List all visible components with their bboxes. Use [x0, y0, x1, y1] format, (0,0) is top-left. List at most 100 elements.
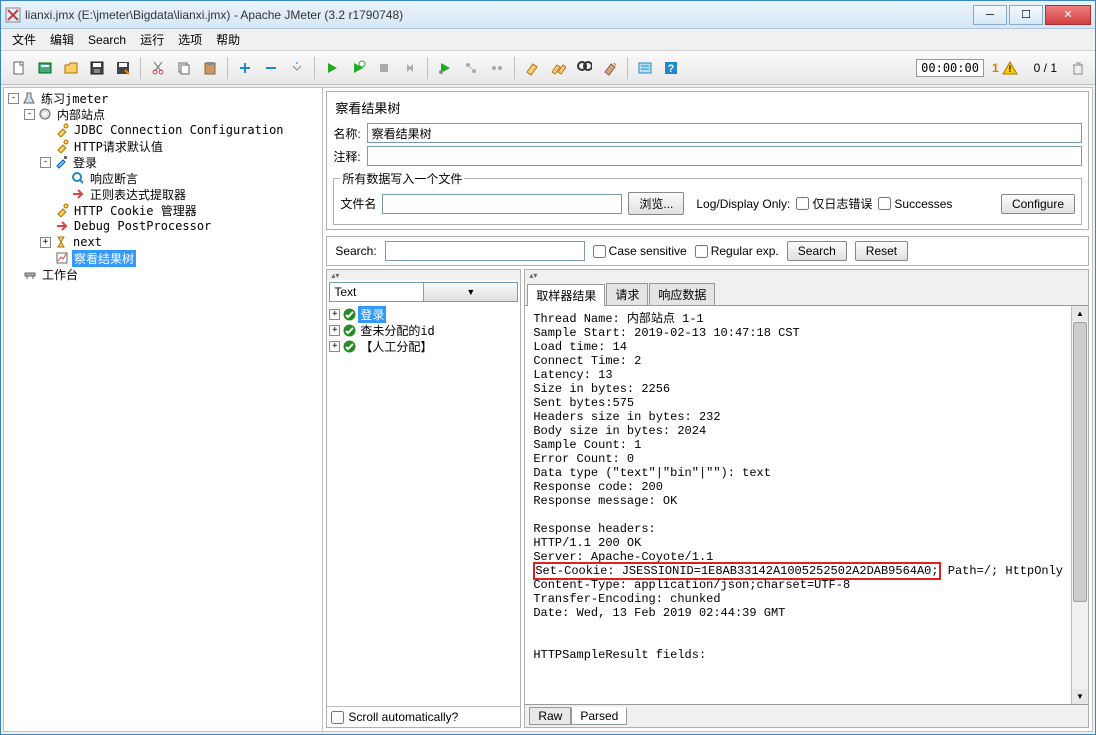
- new-icon[interactable]: [7, 56, 31, 80]
- tree-toggle[interactable]: +: [329, 341, 340, 352]
- scroll-auto-checkbox[interactable]: [331, 711, 344, 724]
- filename-input[interactable]: [382, 194, 622, 214]
- minimize-button[interactable]: ─: [973, 5, 1007, 25]
- menu-run[interactable]: 运行: [133, 29, 171, 50]
- browse-button[interactable]: 浏览...: [628, 192, 684, 215]
- templates-icon[interactable]: [33, 56, 57, 80]
- elapsed-timer: 00:00:00: [916, 59, 984, 77]
- file-output-fieldset: 所有数据写入一个文件 文件名 浏览... Log/Display Only: 仅…: [333, 170, 1082, 225]
- scrollbar-thumb[interactable]: [1073, 322, 1087, 602]
- reset-search-icon[interactable]: [598, 56, 622, 80]
- successes-checkbox[interactable]: Successes: [878, 197, 952, 211]
- maximize-button[interactable]: ☐: [1009, 5, 1043, 25]
- errors-only-checkbox[interactable]: 仅日志错误: [796, 195, 872, 212]
- tree-toggle[interactable]: +: [40, 237, 51, 248]
- menu-edit[interactable]: 编辑: [43, 29, 81, 50]
- tree-node-regex[interactable]: 正则表达式提取器: [4, 186, 322, 202]
- tab-sampler-result[interactable]: 取样器结果: [527, 284, 605, 306]
- toolbar: ? 00:00:00 1 ! 0 / 1: [1, 51, 1095, 85]
- collapse-icon[interactable]: [259, 56, 283, 80]
- function-helper-icon[interactable]: [633, 56, 657, 80]
- tree-node-testplan[interactable]: -练习jmeter: [4, 90, 322, 106]
- search-bar: Search: Case sensitive Regular exp. Sear…: [326, 236, 1089, 266]
- clear-all-icon[interactable]: [546, 56, 570, 80]
- menu-options[interactable]: 选项: [171, 29, 209, 50]
- chevron-down-icon: ▼: [423, 283, 517, 301]
- tree-node-cookie[interactable]: HTTP Cookie 管理器: [4, 202, 322, 218]
- comment-input[interactable]: [367, 146, 1082, 166]
- copy-icon[interactable]: [172, 56, 196, 80]
- gear-icon: [37, 106, 53, 122]
- tree-node-results[interactable]: 察看结果树: [4, 250, 322, 266]
- result-item[interactable]: +【人工分配】: [327, 338, 520, 354]
- shutdown-icon[interactable]: [398, 56, 422, 80]
- comment-label: 注释:: [333, 148, 360, 165]
- save-icon[interactable]: [85, 56, 109, 80]
- scroll-up-icon[interactable]: ▲: [1072, 306, 1088, 321]
- tree-toggle[interactable]: +: [329, 325, 340, 336]
- case-sensitive-checkbox[interactable]: Case sensitive: [593, 244, 687, 258]
- expand-icon[interactable]: [233, 56, 257, 80]
- remote-start-icon[interactable]: [433, 56, 457, 80]
- start-icon[interactable]: [320, 56, 344, 80]
- tree-node-http-defaults[interactable]: HTTP请求默认值: [4, 138, 322, 154]
- clear-icon[interactable]: [520, 56, 544, 80]
- tree-toggle[interactable]: +: [329, 309, 340, 320]
- result-item[interactable]: +登录: [327, 306, 520, 322]
- success-icon: [342, 307, 356, 321]
- file-output-legend: 所有数据写入一个文件: [340, 170, 464, 187]
- tab-raw[interactable]: Raw: [529, 707, 571, 725]
- configure-button[interactable]: Configure: [1001, 194, 1075, 214]
- menu-search[interactable]: Search: [81, 31, 133, 49]
- arrow-icon: [70, 186, 86, 202]
- tree-toggle[interactable]: -: [8, 93, 19, 104]
- save-as-icon[interactable]: [111, 56, 135, 80]
- tree-toggle[interactable]: -: [24, 109, 35, 120]
- cut-icon[interactable]: [146, 56, 170, 80]
- menu-file[interactable]: 文件: [5, 29, 43, 50]
- remote-stop-icon[interactable]: [459, 56, 483, 80]
- tree-node-next[interactable]: +next: [4, 234, 322, 250]
- result-item[interactable]: +查未分配的id: [327, 322, 520, 338]
- vertical-scrollbar[interactable]: ▲ ▼: [1071, 306, 1088, 704]
- tree-node-login[interactable]: -登录: [4, 154, 322, 170]
- reset-button[interactable]: Reset: [855, 241, 908, 261]
- renderer-dropdown[interactable]: Text ▼: [329, 282, 518, 302]
- start-no-timers-icon[interactable]: [346, 56, 370, 80]
- results-tree[interactable]: +登录 +查未分配的id +【人工分配】: [327, 304, 520, 706]
- tab-response[interactable]: 响应数据: [649, 283, 715, 305]
- response-text[interactable]: Thread Name: 内部站点 1-1 Sample Start: 2019…: [525, 306, 1071, 704]
- toggle-icon[interactable]: [285, 56, 309, 80]
- stop-icon[interactable]: [372, 56, 396, 80]
- collapse-handle[interactable]: ▴▾: [525, 270, 1088, 280]
- beaker-icon: [21, 90, 37, 106]
- tree-node-threadgroup[interactable]: -内部站点: [4, 106, 322, 122]
- close-button[interactable]: ✕: [1045, 5, 1091, 25]
- search-input[interactable]: [385, 241, 585, 261]
- panel-fieldset: 察看结果树 名称: 注释: 所有数据写入一个文件 文件名 浏览... Log/D…: [326, 91, 1089, 230]
- name-input[interactable]: [367, 123, 1082, 143]
- svg-text:!: !: [1008, 64, 1011, 74]
- collapse-handle[interactable]: ▴▾: [327, 270, 520, 280]
- regex-checkbox[interactable]: Regular exp.: [695, 244, 779, 258]
- scroll-down-icon[interactable]: ▼: [1072, 689, 1088, 704]
- tree-toggle[interactable]: -: [40, 157, 51, 168]
- app-window: lianxi.jmx (E:\jmeter\Bigdata\lianxi.jmx…: [0, 0, 1096, 735]
- tree-node-workbench[interactable]: 工作台: [4, 266, 322, 282]
- tree-node-jdbc[interactable]: JDBC Connection Configuration: [4, 122, 322, 138]
- warning-indicator[interactable]: 1 !: [992, 60, 1018, 76]
- search-button[interactable]: Search: [787, 241, 847, 261]
- tree-node-debug[interactable]: Debug PostProcessor: [4, 218, 322, 234]
- search-tree-icon[interactable]: [572, 56, 596, 80]
- tree-node-assertion[interactable]: 响应断言: [4, 170, 322, 186]
- tab-parsed[interactable]: Parsed: [571, 707, 627, 725]
- remote-shutdown-icon[interactable]: [485, 56, 509, 80]
- test-plan-tree[interactable]: -练习jmeter -内部站点 JDBC Connection Configur…: [4, 88, 323, 731]
- dropper-icon: [53, 154, 69, 170]
- open-icon[interactable]: [59, 56, 83, 80]
- paste-icon[interactable]: [198, 56, 222, 80]
- menu-help[interactable]: 帮助: [209, 29, 247, 50]
- tab-request[interactable]: 请求: [606, 283, 648, 305]
- help-icon[interactable]: ?: [659, 56, 683, 80]
- gc-icon[interactable]: [1067, 57, 1089, 79]
